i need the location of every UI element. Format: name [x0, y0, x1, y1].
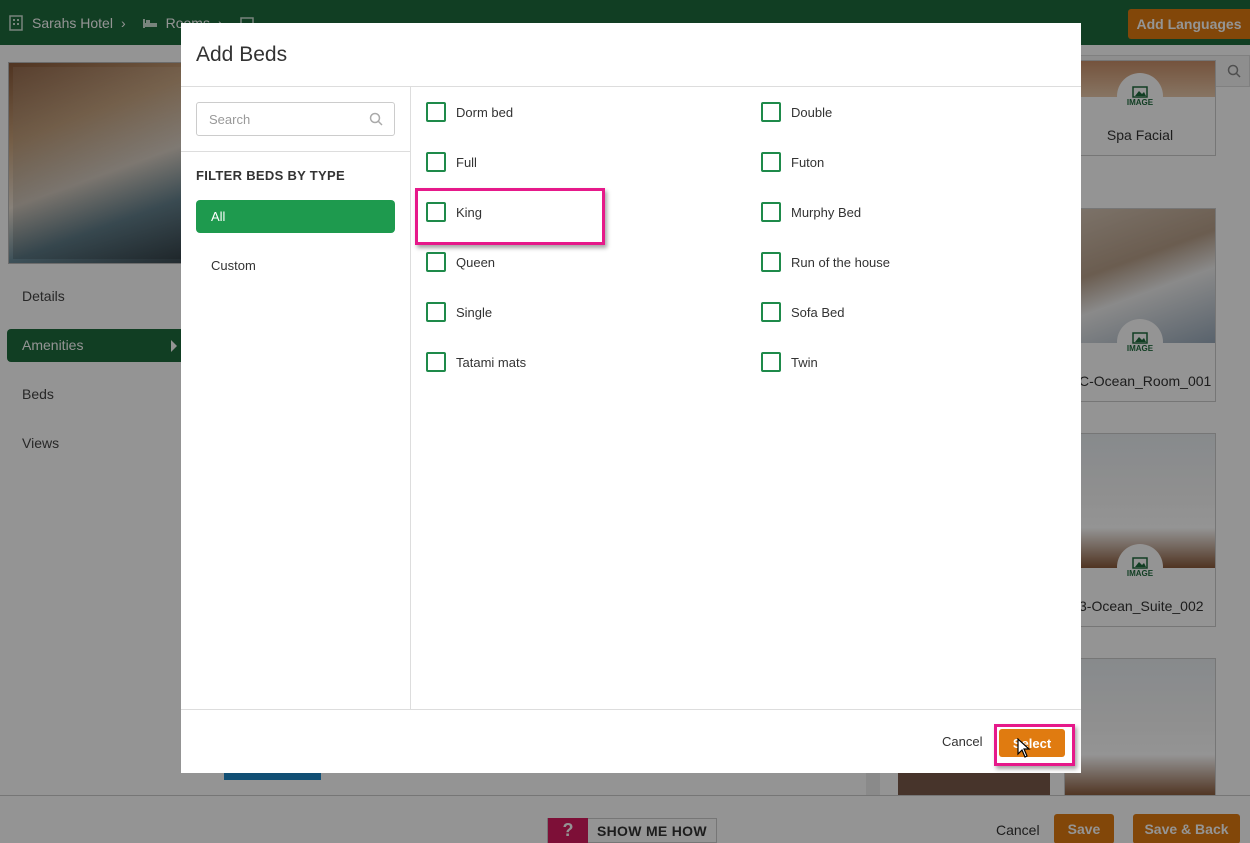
checkbox[interactable] — [426, 102, 446, 122]
checkbox[interactable] — [426, 252, 446, 272]
divider — [181, 151, 411, 152]
checkbox[interactable] — [426, 152, 446, 172]
bed-option-dorm-bed[interactable]: Dorm bed — [426, 102, 513, 122]
modal-body: FILTER BEDS BY TYPE All Custom Dorm bed … — [181, 87, 1081, 709]
bed-option-murphy-bed[interactable]: Murphy Bed — [761, 202, 861, 222]
modal-title: Add Beds — [196, 42, 288, 66]
modal-header: Add Beds — [181, 23, 1081, 87]
bed-option-tatami-mats[interactable]: Tatami mats — [426, 352, 526, 372]
bed-option-single[interactable]: Single — [426, 302, 492, 322]
filter-all-button[interactable]: All — [196, 200, 395, 233]
modal-cancel-button[interactable]: Cancel — [942, 734, 982, 749]
checkbox[interactable] — [761, 152, 781, 172]
checkbox[interactable] — [426, 352, 446, 372]
checkbox[interactable] — [761, 302, 781, 322]
bed-option-futon[interactable]: Futon — [761, 152, 824, 172]
cursor-icon — [1017, 738, 1031, 758]
bed-option-double[interactable]: Double — [761, 102, 832, 122]
search-icon — [369, 112, 383, 126]
filter-column: FILTER BEDS BY TYPE All Custom — [181, 87, 411, 709]
add-beds-modal: Add Beds FILTER BEDS BY TYPE All Custom … — [181, 23, 1081, 773]
modal-footer: Cancel Select — [181, 709, 1081, 773]
checkbox[interactable] — [761, 102, 781, 122]
checkbox[interactable] — [761, 202, 781, 222]
bed-option-twin[interactable]: Twin — [761, 352, 818, 372]
bed-option-queen[interactable]: Queen — [426, 252, 495, 272]
search-input[interactable] — [197, 103, 357, 135]
highlight-king — [415, 188, 605, 245]
bed-option-sofa-bed[interactable]: Sofa Bed — [761, 302, 845, 322]
filter-heading: FILTER BEDS BY TYPE — [196, 168, 345, 183]
bed-option-run-of-the-house[interactable]: Run of the house — [761, 252, 890, 272]
checkbox[interactable] — [426, 302, 446, 322]
checkbox[interactable] — [761, 252, 781, 272]
filter-custom-button[interactable]: Custom — [196, 249, 395, 282]
bed-option-full[interactable]: Full — [426, 152, 477, 172]
search-field[interactable] — [196, 102, 395, 136]
checkbox[interactable] — [761, 352, 781, 372]
select-button[interactable]: Select — [999, 729, 1065, 757]
